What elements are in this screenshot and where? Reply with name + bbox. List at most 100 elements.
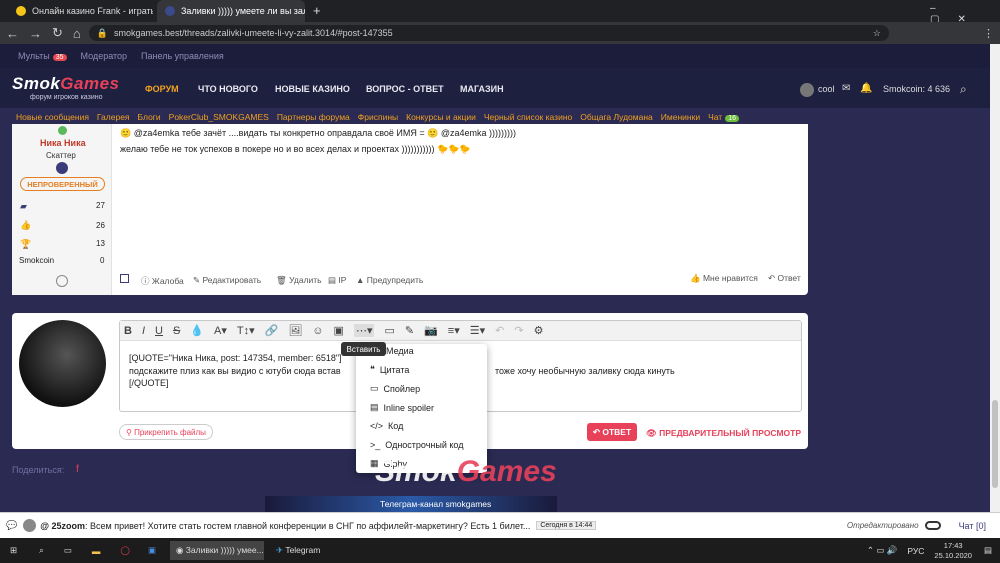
post-author[interactable]: Ника Ника — [40, 138, 86, 148]
site-logo[interactable]: SmokGames — [12, 74, 120, 94]
telegram-banner-text: Телеграм-канал smokgames — [380, 499, 492, 509]
chat-bubble-icon: 💬 — [6, 520, 18, 530]
bold-icon[interactable]: B — [124, 325, 132, 337]
subnav-item[interactable]: PokerClub_SMOKGAMES — [169, 112, 269, 122]
scrollbar-thumb[interactable] — [992, 400, 998, 488]
star-icon[interactable]: ☆ — [873, 28, 881, 39]
notification-icon[interactable]: ▤ — [984, 545, 992, 556]
like-link[interactable]: 👍 Мне нравится — [690, 273, 758, 284]
nav-qa[interactable]: ВОПРОС - ОТВЕТ — [366, 84, 444, 94]
menu-item-inline-code[interactable]: >_ Однострочный код — [370, 440, 463, 450]
tray-icons[interactable]: ⌃ ▭ 🔊 — [867, 545, 897, 556]
user-avatar[interactable] — [800, 83, 814, 97]
reply-link[interactable]: ↶ Ответ — [768, 273, 801, 284]
task-view-icon[interactable]: ▭ — [64, 545, 72, 556]
stat-trophies: 13 — [96, 239, 105, 248]
taskbar-telegram[interactable]: ✈ Telegram — [270, 541, 326, 560]
url-field[interactable]: 🔒 smokgames.best/threads/zalivki-umeete-… — [88, 25, 889, 41]
tab-forum[interactable]: Заливки ))))) умеете ли вы зали✕ — [157, 0, 305, 22]
toggle-icon[interactable] — [924, 521, 941, 530]
settings-icon[interactable]: ⚙ — [534, 324, 544, 337]
redo-icon[interactable]: ↷ — [514, 324, 523, 337]
font-family-icon[interactable]: T↕▾ — [237, 324, 255, 337]
menu-item-code[interactable]: </> Код — [370, 421, 403, 431]
facebook-icon[interactable]: f — [76, 464, 79, 475]
panel-link[interactable]: Панель управления — [141, 51, 224, 61]
user-name[interactable]: cool — [818, 84, 835, 94]
report-link[interactable]: ⓘ Жалоба — [141, 275, 184, 287]
insert-dropdown: Медиа ❝ Цитата ▭ Спойлер ▤ Inline spoiler <… — [356, 344, 487, 473]
video-icon[interactable]: ▭ — [384, 324, 394, 337]
new-tab-icon[interactable]: + — [313, 3, 321, 18]
subnav-item[interactable]: Конкурсы и акции — [406, 112, 476, 122]
nav-shop[interactable]: МАГАЗИН — [460, 84, 504, 94]
clock[interactable]: 17:43 25.10.2020 — [934, 541, 972, 561]
subnav-item[interactable]: Новые сообщения — [16, 112, 89, 122]
subnav-item[interactable]: Галерея — [97, 112, 130, 122]
attach-files-button[interactable]: ⚲ Прикрепить файлы — [119, 424, 213, 440]
menu-item-spoiler[interactable]: ▭ Спойлер — [370, 383, 420, 394]
list-icon[interactable]: ☰▾ — [470, 324, 485, 337]
extensions-icon[interactable]: ⋮ — [983, 27, 994, 40]
nav-new-casinos[interactable]: НОВЫЕ КАЗИНО — [275, 84, 350, 94]
home-icon[interactable]: ⌂ — [73, 26, 81, 41]
subnav-item[interactable]: Общага Лудомана — [580, 112, 653, 122]
moderator-link[interactable]: Модератор — [81, 51, 128, 61]
language-indicator[interactable]: РУС — [907, 546, 924, 556]
preview-button[interactable]: 👁 ПРЕДВАРИТЕЛЬНЫЙ ПРОСМОТР — [646, 428, 801, 439]
sub-navigation: Новые сообщения Галерея Блоги PokerClub_… — [0, 110, 1000, 124]
underline-icon[interactable]: U — [155, 325, 163, 337]
reload-icon[interactable]: ↻ — [52, 25, 63, 41]
taskbar-chrome[interactable]: ◉ Заливки ))))) умее... — [169, 541, 264, 560]
forward-icon[interactable]: → — [29, 26, 42, 41]
draft-icon[interactable]: ✎ — [405, 324, 414, 337]
spoiler-icon: ▭ — [370, 383, 379, 393]
mail-icon[interactable]: ✉ — [842, 83, 850, 94]
chat-username[interactable]: @ 25zoom — [40, 521, 85, 531]
folder-icon[interactable]: ▬ — [92, 546, 101, 556]
opera-icon[interactable]: ◯ — [120, 545, 130, 556]
nav-whats-new[interactable]: ЧТО НОВОГО — [198, 84, 258, 94]
media-icon[interactable]: ▣ — [334, 324, 344, 337]
search-icon[interactable]: ⌕ — [39, 545, 44, 556]
app-icon[interactable]: ▣ — [148, 545, 156, 556]
color-icon[interactable]: 💧 — [190, 324, 204, 337]
link-icon[interactable]: 🔗 — [265, 324, 279, 337]
menu-item-inline-spoiler[interactable]: ▤ Inline spoiler — [370, 402, 434, 413]
edit-link[interactable]: ✎ Редактировать — [193, 275, 261, 286]
multi-link[interactable]: Мульты 35 — [18, 51, 67, 61]
subnav-item[interactable]: Фриспины — [358, 112, 398, 122]
image-icon[interactable]: 🖼 — [288, 324, 302, 337]
subnav-item[interactable]: Партнеры форума — [277, 112, 350, 122]
bell-icon[interactable]: 🔔 — [860, 83, 872, 94]
strikethrough-icon[interactable]: S — [173, 325, 180, 337]
chat-open-button[interactable]: Чат [0] — [959, 521, 986, 531]
subnav-item[interactable]: Черный список казино — [484, 112, 572, 122]
reply-button[interactable]: ↶ ОТВЕТ — [587, 423, 637, 441]
align-icon[interactable]: ≡▾ — [448, 324, 460, 337]
search-icon[interactable]: ⌕ — [960, 82, 967, 97]
nav-forum[interactable]: ФОРУМ — [145, 84, 179, 94]
tab-casino[interactable]: Онлайн казино Frank - играть н✕ — [8, 0, 153, 22]
delete-link[interactable]: 🗑 Удалить — [276, 275, 322, 286]
italic-icon[interactable]: I — [142, 325, 145, 337]
insert-more-icon[interactable]: ⋯▾ — [353, 324, 375, 337]
subnav-item[interactable]: Именинки — [661, 112, 700, 122]
camera-icon[interactable]: 📷 — [424, 324, 438, 337]
back-icon[interactable]: ← — [6, 26, 19, 41]
warn-link[interactable]: ▲ Предупредить — [356, 275, 423, 285]
share-label: Поделиться: — [12, 465, 65, 475]
menu-item-quote[interactable]: ❝ Цитата — [370, 364, 409, 375]
chat-bar: 💬 @ 25zoom : Всем привет! Хотите стать г… — [0, 512, 1000, 538]
emoji-icon[interactable]: ☺ — [312, 325, 323, 337]
font-size-icon[interactable]: A▾ — [214, 324, 227, 337]
select-checkbox[interactable] — [120, 274, 129, 283]
menu-item-media[interactable]: Медиа — [386, 346, 414, 356]
subnav-item-chat[interactable]: Чат 16 — [708, 112, 739, 122]
emblem-icon — [56, 275, 68, 287]
undo-icon[interactable]: ↶ — [495, 324, 504, 337]
windows-start-icon[interactable]: ⊞ — [10, 545, 17, 556]
subnav-item[interactable]: Блоги — [138, 112, 161, 122]
crown-icon — [16, 6, 26, 16]
ip-link[interactable]: ▤ IP — [328, 275, 346, 286]
